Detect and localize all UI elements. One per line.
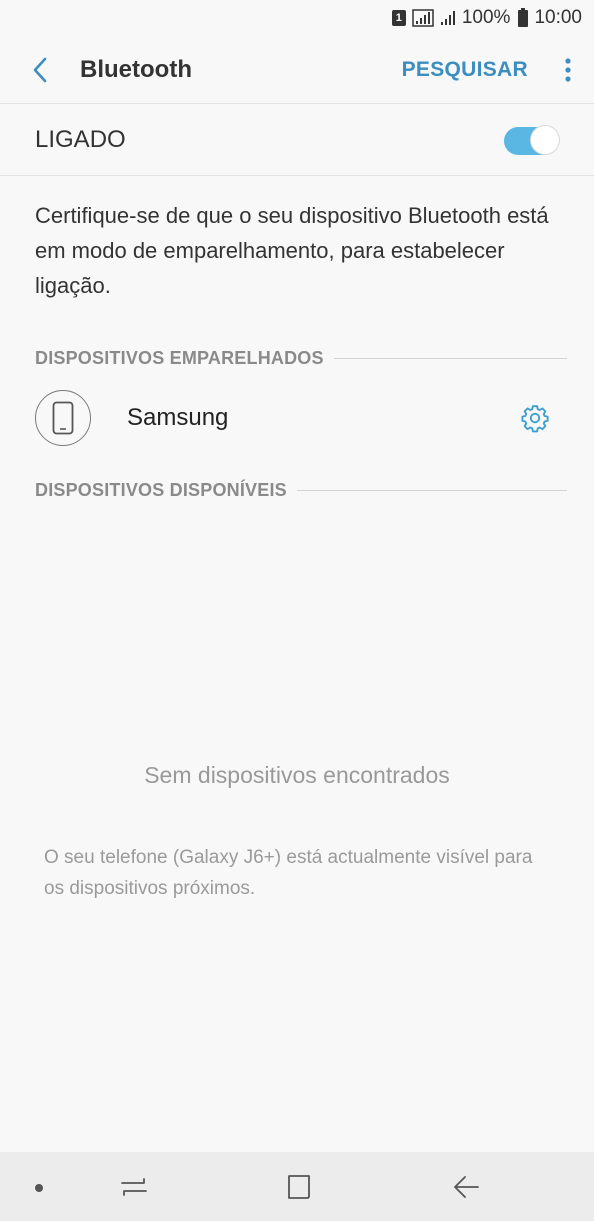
- section-divider: [296, 490, 567, 491]
- device-name: Samsung: [127, 404, 229, 431]
- signal-strength-icon: [412, 9, 434, 27]
- status-bar: 1 100% 10:00: [0, 0, 594, 36]
- chevron-left-icon: [33, 57, 47, 82]
- paired-devices-title: DISPOSITIVOS EMPARELHADOS: [35, 348, 324, 368]
- paired-device-row[interactable]: Samsung: [35, 386, 555, 450]
- available-devices-header: DISPOSITIVOS DISPONÍVEIS: [35, 480, 567, 501]
- phone-icon: [35, 390, 91, 446]
- sim-card-icon: 1: [391, 10, 406, 26]
- recent-apps-icon[interactable]: [118, 1172, 150, 1202]
- pairing-instructions: Certifique-se de que o seu dispositivo B…: [35, 203, 549, 298]
- more-vertical-icon: [565, 57, 571, 82]
- signal-strength-secondary-icon: [440, 11, 455, 25]
- gear-icon: [521, 405, 549, 433]
- device-settings-button[interactable]: [517, 400, 553, 436]
- no-devices-message: Sem dispositivos encontrados: [144, 762, 450, 788]
- system-navigation-bar: [0, 1152, 594, 1221]
- page-title: Bluetooth: [80, 55, 192, 83]
- toggle-label: LIGADO: [35, 125, 126, 153]
- nav-dot-icon[interactable]: [35, 1184, 43, 1192]
- switch-knob: [530, 124, 560, 155]
- battery-icon: [518, 7, 529, 27]
- bluetooth-switch[interactable]: [504, 124, 560, 155]
- battery-percentage: 100%: [461, 7, 511, 28]
- back-button[interactable]: [4, 36, 76, 104]
- visibility-status-message: O seu telefone (Galaxy J6+) está actualm…: [44, 847, 533, 899]
- search-button[interactable]: PESQUISAR: [402, 58, 528, 82]
- section-divider: [333, 358, 567, 359]
- paired-devices-header: DISPOSITIVOS EMPARELHADOS: [35, 348, 567, 369]
- clock: 10:00: [534, 7, 582, 28]
- available-devices-title: DISPOSITIVOS DISPONÍVEIS: [35, 480, 287, 500]
- more-options-button[interactable]: [548, 36, 588, 104]
- bluetooth-toggle-row[interactable]: LIGADO: [0, 104, 594, 176]
- home-icon[interactable]: [284, 1172, 316, 1202]
- back-arrow-icon[interactable]: [450, 1172, 482, 1202]
- app-bar: Bluetooth PESQUISAR: [0, 36, 594, 104]
